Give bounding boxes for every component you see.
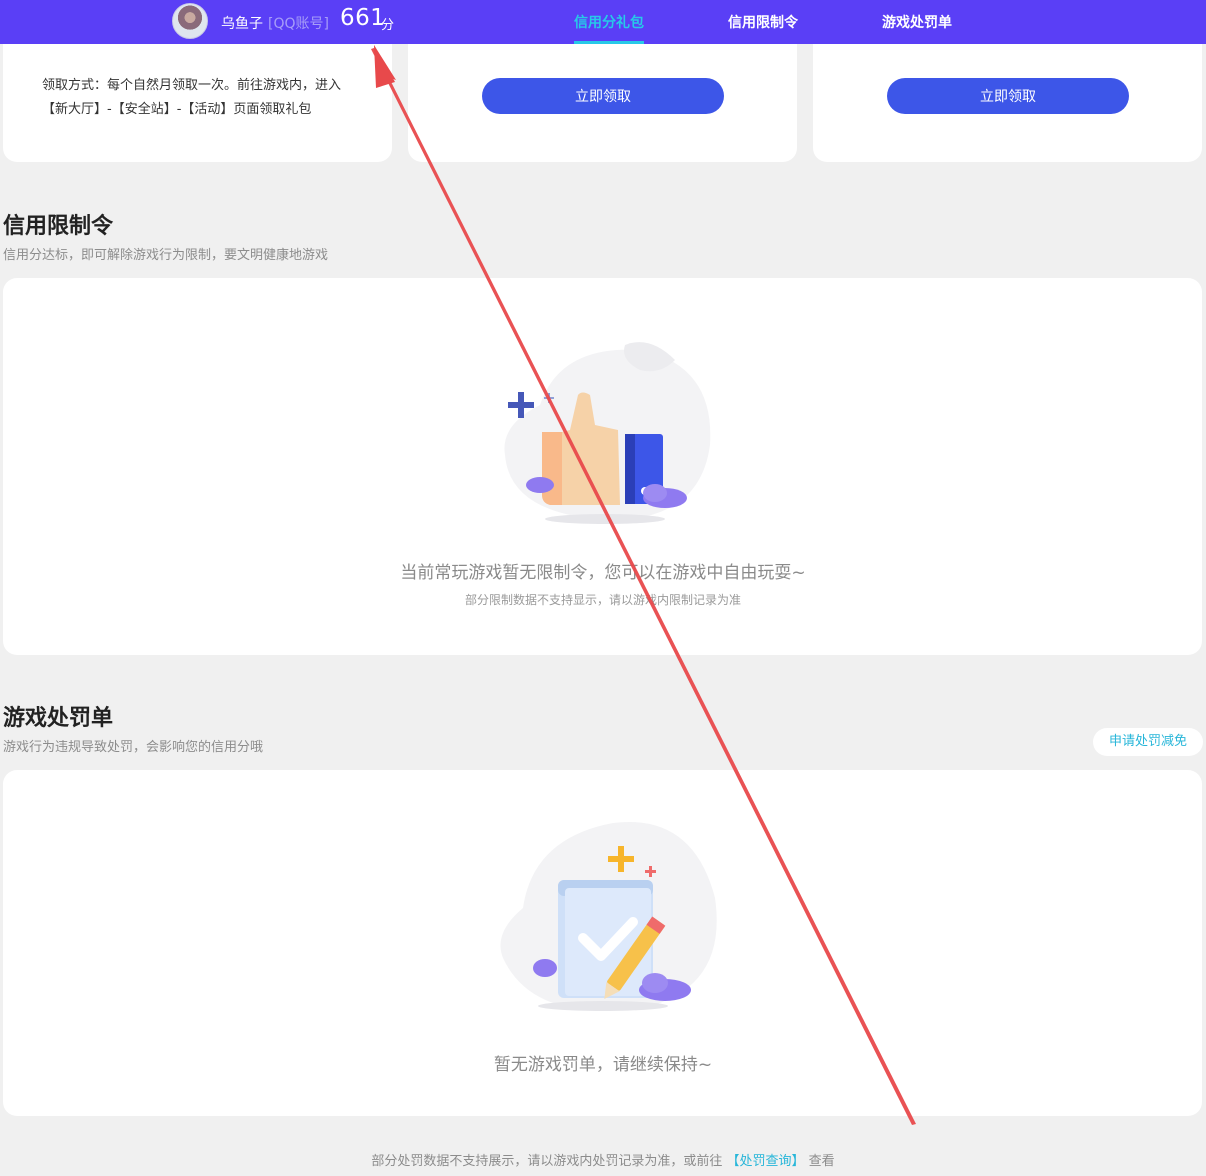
annotation-arrow-icon [371, 45, 916, 1125]
